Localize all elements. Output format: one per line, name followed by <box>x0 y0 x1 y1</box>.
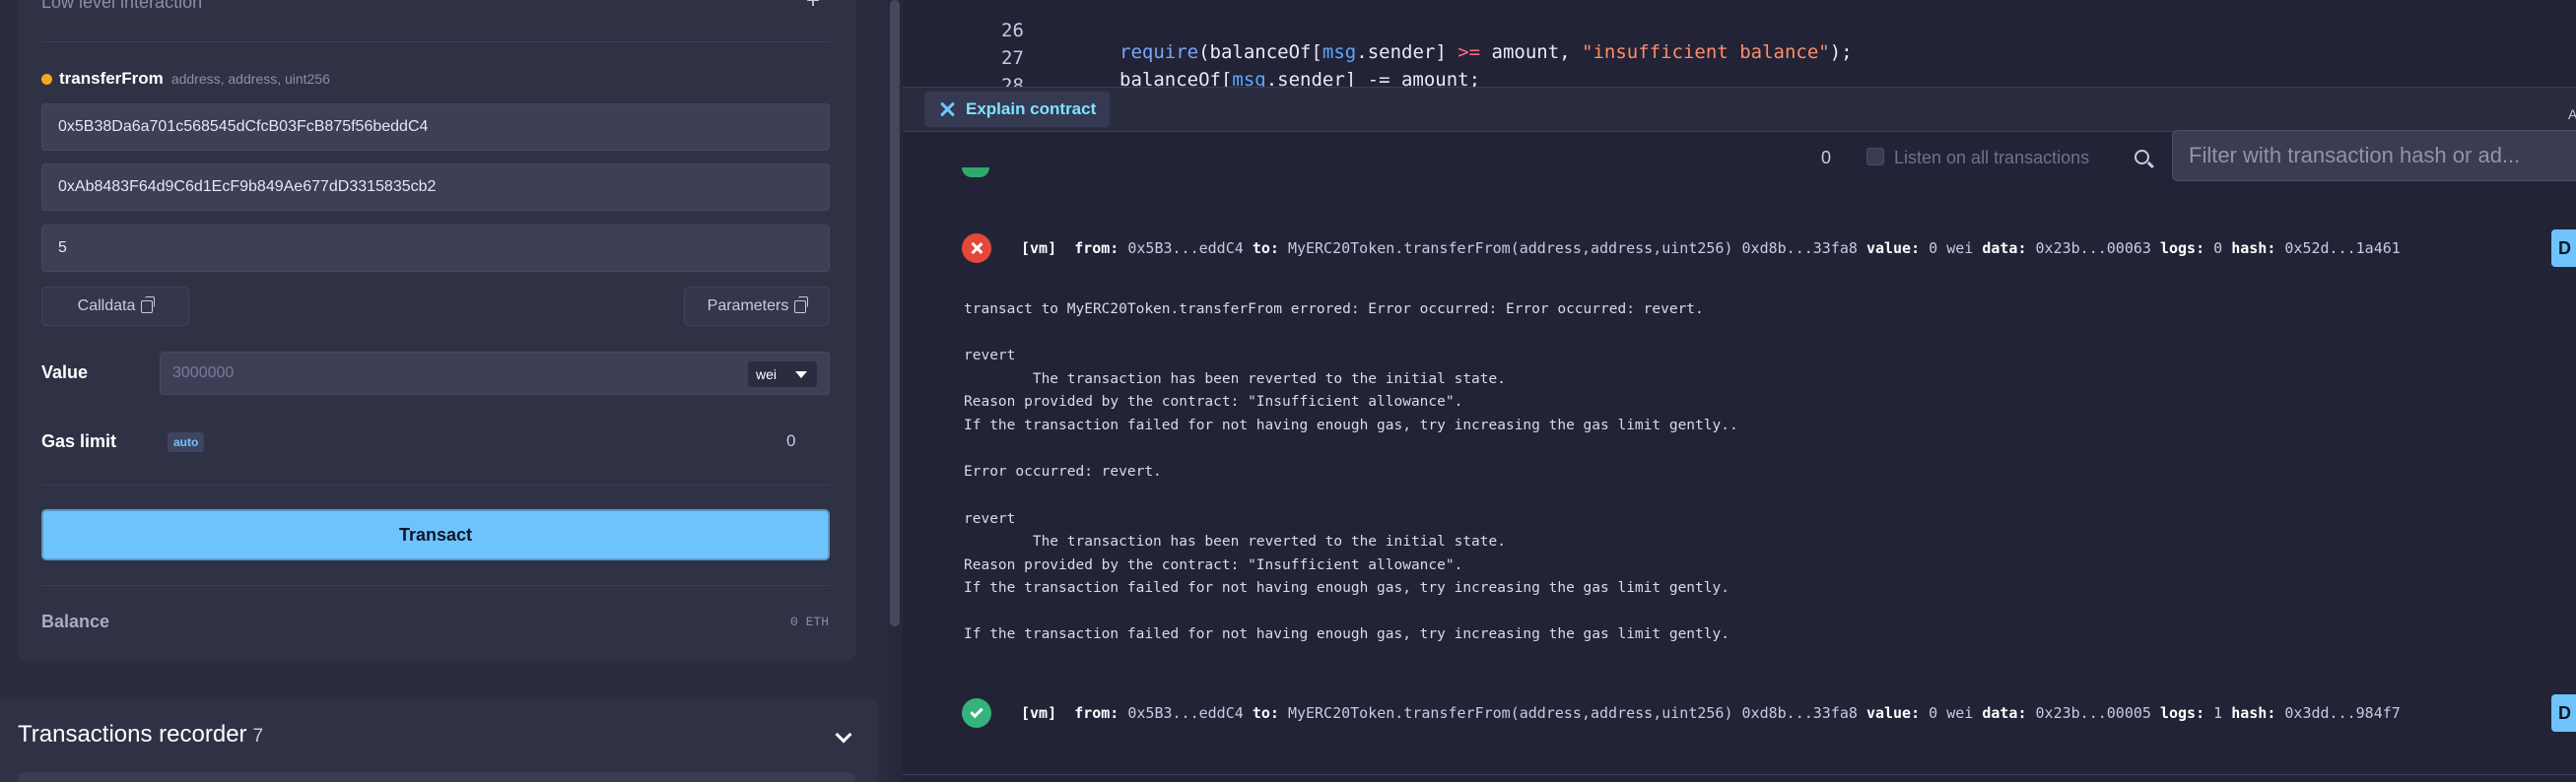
terminal-panel: 0 Listen on all transactions [vm] from: … <box>903 130 2576 782</box>
code-line: 27 balanceOf[msg.sender] -= amount; <box>1001 47 1481 91</box>
recorder-title: Transactions recorder 7 <box>18 721 263 749</box>
log-line: Reason provided by the contract: "Insuff… <box>964 394 1463 410</box>
value-placeholder: 3000000 <box>172 364 235 381</box>
code-line: 28 balanceOf[to] += amount; <box>903 53 1390 118</box>
caret-down-icon <box>795 371 807 378</box>
from-address-input[interactable]: 0x5B38Da6a701c568545dCfcB03FcB875f56bedd… <box>41 103 830 151</box>
success-icon <box>962 167 989 177</box>
low-level-interaction-label: Low level interaction <box>41 0 203 12</box>
tx-log-row[interactable]: [vm] from: 0x5B3...eddC4 to: MyERC20Toke… <box>962 233 2401 263</box>
tx-summary: [vm] from: 0x5B3...eddC4 to: MyERC20Toke… <box>1021 704 2401 722</box>
explain-bar: Explain contract <box>903 87 2576 132</box>
log-line: The transaction has been reverted to the… <box>964 534 1506 550</box>
ai-sparkle-icon <box>938 100 956 118</box>
log-line: If the transaction failed for not having… <box>964 418 1738 433</box>
gas-auto-badge[interactable]: auto <box>168 432 205 452</box>
explain-contract-button[interactable]: Explain contract <box>924 92 1111 127</box>
debug-button[interactable]: D <box>2551 694 2576 732</box>
divider <box>41 585 830 586</box>
transactions-recorder[interactable]: Transactions recorder 7 <box>0 699 877 782</box>
log-line: Error occurred: revert. <box>964 464 1162 480</box>
copy-icon <box>794 295 809 313</box>
unit-select[interactable]: wei <box>748 361 817 387</box>
log-line: The transaction has been reverted to the… <box>964 371 1506 387</box>
parameters-button[interactable]: Parameters <box>684 287 830 326</box>
search-icon <box>2135 150 2149 164</box>
pending-tx-count: 0 <box>1821 148 1832 167</box>
log-line: If the transaction failed for not having… <box>964 626 1729 642</box>
code-line: 26 require(balanceOf[msg.sender] >= amou… <box>1001 20 1853 63</box>
deploy-run-panel: Low level interaction + transferFrom add… <box>0 0 887 782</box>
gas-limit-value[interactable]: 0 <box>786 431 795 451</box>
code-text: require(balanceOf[msg.sender] >= amount,… <box>1119 41 1853 63</box>
divider <box>41 41 830 42</box>
recorder-content <box>18 772 855 782</box>
listen-label: Listen on all transactions <box>1894 148 2090 167</box>
recorder-title-text: Transactions recorder <box>18 721 247 748</box>
balance-value: 0 ETH <box>790 615 830 629</box>
copy-icon <box>141 295 156 313</box>
status-dot-icon <box>41 73 52 85</box>
debug-button[interactable]: D <box>2551 229 2576 267</box>
function-params: address, address, uint256 <box>170 71 330 87</box>
code-editor[interactable]: 26 require(balanceOf[msg.sender] >= amou… <box>903 0 2576 118</box>
error-icon <box>962 233 991 263</box>
gas-limit-label: Gas limit <box>41 431 117 451</box>
recorder-count: 7 <box>252 726 264 747</box>
listen-checkbox[interactable] <box>1866 148 1884 165</box>
filter-input[interactable] <box>2172 130 2576 181</box>
calldata-button[interactable]: Calldata <box>41 287 189 326</box>
balance-label: Balance <box>41 612 110 631</box>
explain-contract-label: Explain contract <box>966 99 1097 118</box>
amount-input[interactable]: 5 <box>41 225 830 272</box>
tx-summary: [vm] from: 0x5B3...eddC4 to: MyERC20Toke… <box>1021 239 2401 257</box>
parameters-label: Parameters <box>707 297 789 314</box>
value-input[interactable]: 3000000 wei <box>160 352 830 395</box>
chevron-down-icon[interactable] <box>835 726 852 744</box>
log-line: revert <box>964 511 1016 527</box>
calldata-label: Calldata <box>77 297 136 314</box>
log-line: transact to MyERC20Token.transferFrom er… <box>964 301 1704 317</box>
tx-log-row[interactable]: [vm] from: 0x5B3...eddC4 to: MyERC20Toke… <box>962 698 2401 728</box>
value-label: Value <box>41 362 89 382</box>
left-scrollbar-thumb[interactable] <box>890 0 900 626</box>
transact-button[interactable]: Transact <box>41 509 830 560</box>
log-line: Reason provided by the contract: "Insuff… <box>964 557 1463 573</box>
divider <box>41 485 830 486</box>
divider <box>903 774 2576 775</box>
log-line: If the transaction failed for not having… <box>964 580 1729 596</box>
log-line: revert <box>964 348 1016 363</box>
cut-off-label: A <box>2568 106 2576 122</box>
unit-select-value: wei <box>756 366 778 382</box>
function-name: transferFrom <box>59 69 164 88</box>
function-header: transferFrom address, address, uint256 <box>41 69 330 89</box>
plus-icon[interactable]: + <box>806 0 820 13</box>
to-address-input[interactable]: 0xAb8483F64d9C6d1EcF9b849Ae677dD3315835c… <box>41 163 830 211</box>
contract-card <box>18 0 855 660</box>
success-icon <box>962 698 991 728</box>
